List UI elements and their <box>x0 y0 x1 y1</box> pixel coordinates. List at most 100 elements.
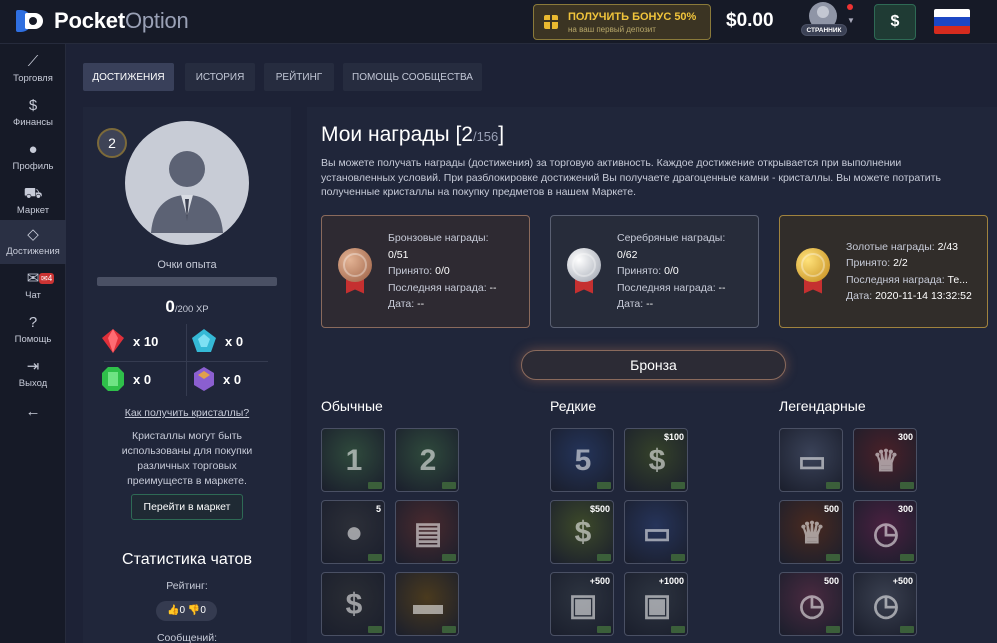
achievement-reward: +1000 <box>658 576 684 586</box>
rating-label: Рейтинг: <box>166 580 208 592</box>
sidebar-item-help[interactable]: ? Помощь <box>0 308 66 352</box>
sidebar-collapse-button[interactable]: ← <box>0 390 66 434</box>
achievement-reward: 5 <box>375 504 381 514</box>
common-achievement-badge[interactable]: 1 <box>321 428 385 492</box>
crystals-help-link[interactable]: Как получить кристаллы? <box>83 407 291 419</box>
tab-rating[interactable]: РЕЙТИНГ <box>264 63 334 91</box>
card-count: 0/62 <box>617 248 638 261</box>
column-title-legendary: Легендарные <box>779 398 866 414</box>
common-achievement-badge[interactable]: ▬ <box>395 572 459 636</box>
legendary-achievement-badge[interactable]: ◷ +500 <box>853 572 917 636</box>
crystal-divider-horizontal <box>104 361 268 362</box>
crystal-count: x 0 <box>133 371 152 387</box>
messages-label: Сообщений: <box>156 632 218 643</box>
tab-achievements[interactable]: ДОСТИЖЕНИЯ <box>83 63 174 91</box>
sidebar: ⟋ Торговля $ Финансы ● Профиль ⛟ Маркет … <box>0 44 66 643</box>
crystals-description: Кристаллы могут быть использованы для по… <box>121 430 253 487</box>
rare-achievement-badge[interactable]: 5 <box>550 428 614 492</box>
card-date: -- <box>646 298 654 311</box>
legendary-achievement-badge[interactable]: ♛ 500 <box>779 500 843 564</box>
sidebar-item-chat[interactable]: ✉ Чат ✉4 <box>0 264 66 308</box>
card-count: 2/43 <box>937 240 959 253</box>
arrow-left-icon: ← <box>25 403 41 420</box>
rare-achievement-badge[interactable]: ▣ +1000 <box>624 572 688 636</box>
logo[interactable]: PocketOption <box>16 8 189 34</box>
sidebar-item-label: Помощь <box>14 334 52 345</box>
tab-history[interactable]: ИСТОРИЯ <box>185 63 255 91</box>
sidebar-item-market[interactable]: ⛟ Маркет <box>0 179 66 223</box>
rare-achievement-badge[interactable]: $ $100 <box>624 428 688 492</box>
card-last: -- <box>489 281 497 294</box>
bonus-button[interactable]: ПОЛУЧИТЬ БОНУС 50% на ваш первый депозит <box>533 4 711 40</box>
achievement-reward: $500 <box>589 504 610 514</box>
crystal-tag-icon <box>900 482 914 489</box>
bronze-medal-icon <box>336 247 374 296</box>
card-accepted-label: Принято: <box>617 265 662 278</box>
russia-flag-icon[interactable] <box>934 9 970 34</box>
card-last-label: Последняя награда: <box>846 273 945 286</box>
notification-dot <box>847 4 853 10</box>
rare-achievement-badge[interactable]: ▭ <box>624 500 688 564</box>
page-title: Мои награды [2/156] <box>321 123 504 147</box>
legendary-achievement-badge[interactable]: ◷ 500 <box>779 572 843 636</box>
go-to-market-button[interactable]: Перейти в маркет <box>131 494 243 520</box>
avatar-silhouette-icon <box>151 151 223 233</box>
crystal-tag-icon <box>368 626 382 633</box>
card-last-label: Последняя награда: <box>617 281 716 294</box>
crystal-count: x 0 <box>225 333 244 349</box>
rare-achievement-badge[interactable]: $ $500 <box>550 500 614 564</box>
sidebar-item-trading[interactable]: ⟋ Торговля <box>0 47 66 91</box>
exit-icon: ⇥ <box>26 358 40 375</box>
common-achievement-badge[interactable]: 2 <box>395 428 459 492</box>
card-date-label: Дата: <box>846 290 873 302</box>
legendary-achievement-badge[interactable]: ▭ <box>779 428 843 492</box>
crystal-tag-icon <box>597 626 611 633</box>
logo-text-bold: Pocket <box>54 8 125 33</box>
tier-select-button[interactable]: Бронза <box>521 350 786 380</box>
sidebar-item-label: Достижения <box>6 246 60 257</box>
crystal-count: x 10 <box>133 333 159 349</box>
card-accepted: 0/0 <box>664 265 679 278</box>
xp-progress-bar <box>97 277 277 286</box>
crystal-tag-icon <box>900 554 914 561</box>
user-icon: ● <box>28 141 38 158</box>
common-achievement-badge[interactable]: ● 5 <box>321 500 385 564</box>
gold-summary-card: Золотые награды: 2/43 Принято: 2/2 После… <box>779 215 988 328</box>
deposit-button[interactable]: $ <box>874 4 916 40</box>
common-achievement-badge[interactable]: $ <box>321 572 385 636</box>
common-achievement-badge[interactable]: ▤ <box>395 500 459 564</box>
rare-achievement-badge[interactable]: ▣ +500 <box>550 572 614 636</box>
sidebar-item-achievements[interactable]: ◇ Достижения <box>0 220 66 264</box>
page-title-main: Мои награды [2 <box>321 123 473 146</box>
chat-stats-title: Статистика чатов <box>122 551 252 568</box>
intro-text: Вы можете получать награды (достижения) … <box>321 157 941 198</box>
profile-avatar <box>125 121 249 245</box>
chevron-down-icon: ▼ <box>847 16 855 25</box>
crystal-divider-vertical <box>186 324 187 396</box>
legendary-achievement-badge[interactable]: ♛ 300 <box>853 428 917 492</box>
crystal-tag-icon <box>671 626 685 633</box>
sidebar-item-profile[interactable]: ● Профиль <box>0 135 66 179</box>
crystal-tag-icon <box>368 554 382 561</box>
crystal-tag-icon <box>442 482 456 489</box>
dollar-icon: $ <box>28 97 38 114</box>
user-avatar[interactable]: СТРАННИК ▼ <box>801 2 855 38</box>
balance[interactable]: $0.00 <box>726 10 774 32</box>
xp-value: 0/200 XP <box>83 297 291 317</box>
achievement-reward: $100 <box>663 432 684 442</box>
user-level-badge: СТРАННИК <box>801 24 847 36</box>
legendary-achievement-badge[interactable]: ◷ 300 <box>853 500 917 564</box>
crystal-red: x 10 <box>101 328 158 354</box>
page-title-end: ] <box>498 123 505 146</box>
card-date-label: Дата: <box>388 298 415 311</box>
cart-icon: ⛟ <box>23 185 43 202</box>
top-bar: PocketOption ПОЛУЧИТЬ БОНУС 50% на ваш п… <box>0 0 997 44</box>
chart-icon: ⟋ <box>27 53 39 70</box>
tab-community-help[interactable]: ПОМОЩЬ СООБЩЕСТВА <box>343 63 482 91</box>
crystal-tag-icon <box>597 482 611 489</box>
diamond-icon: ◇ <box>27 226 39 243</box>
blue-crystal-icon <box>192 329 216 352</box>
sidebar-item-finance[interactable]: $ Финансы <box>0 91 66 135</box>
card-title: Золотые награды: <box>846 240 935 253</box>
crystal-tag-icon <box>442 554 456 561</box>
